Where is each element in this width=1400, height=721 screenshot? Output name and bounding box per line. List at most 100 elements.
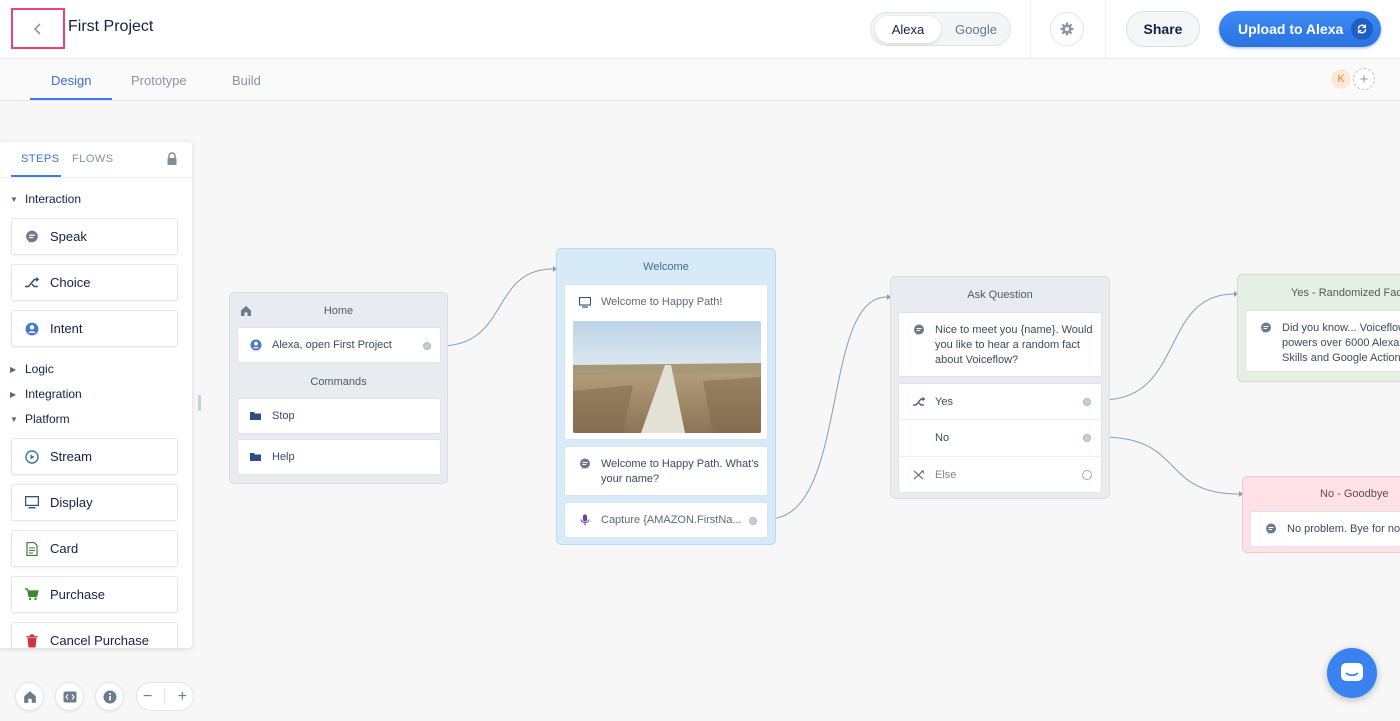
code-icon <box>63 691 76 702</box>
step-label: Display <box>50 495 93 510</box>
speech-bubble-icon <box>24 229 40 245</box>
platform-toggle[interactable]: Alexa Google <box>870 12 1011 46</box>
else-port[interactable] <box>1082 470 1092 480</box>
top-bar: First Project Alexa Google Share Upload … <box>0 0 1400 59</box>
choice-row[interactable]: Yes <box>899 384 1101 420</box>
block-title: Welcome <box>643 261 689 273</box>
choice-label: Yes <box>935 395 953 408</box>
section-label: Integration <box>25 387 82 401</box>
user-circle-icon <box>24 321 40 337</box>
cart-icon <box>24 587 40 603</box>
panel-tabs: STEPS FLOWS <box>0 142 192 178</box>
document-icon <box>24 541 40 557</box>
speak-text: Welcome to Happy Path. What's your name? <box>601 458 759 485</box>
command-step[interactable]: Help <box>237 439 441 475</box>
intent-label: Alexa, open First Project <box>272 339 392 351</box>
speak-step[interactable]: Welcome to Happy Path. What's your name? <box>564 446 768 496</box>
active-tab-indicator <box>30 98 112 100</box>
speak-text: No problem. Bye for now! <box>1287 523 1400 535</box>
settings-button[interactable] <box>1050 12 1084 46</box>
speak-step[interactable]: No problem. Bye for now! <box>1250 511 1400 547</box>
step-card[interactable]: Card <box>11 530 178 567</box>
choice-row[interactable]: Else <box>899 457 1101 493</box>
step-label: Purchase <box>50 587 105 602</box>
yes-block[interactable]: Yes - Randomized Facts Did you know... V… <box>1237 274 1400 382</box>
block-title: Ask Question <box>967 289 1033 301</box>
zoom-controls: − + <box>136 682 194 711</box>
info-button[interactable] <box>95 682 124 711</box>
command-label: Stop <box>272 410 295 422</box>
section-label: Interaction <box>25 192 82 206</box>
choice-row[interactable]: No <box>899 420 1101 457</box>
platform-option-alexa[interactable]: Alexa <box>875 16 941 43</box>
section-integration[interactable]: ▶ Integration <box>10 387 82 401</box>
chat-support-button[interactable] <box>1327 648 1377 698</box>
section-logic[interactable]: ▶ Logic <box>10 362 54 376</box>
capture-step[interactable]: Capture {AMAZON.FirstNa... <box>564 502 768 538</box>
back-button[interactable] <box>11 8 65 49</box>
zoom-out-button[interactable]: − <box>143 688 152 706</box>
project-title[interactable]: First Project <box>68 18 153 36</box>
step-speak[interactable]: Speak <box>11 218 178 255</box>
home-icon <box>23 690 36 703</box>
welcome-block[interactable]: Welcome Welcome to Happy Path! Welcome t… <box>556 248 776 545</box>
tab-build[interactable]: Build <box>232 73 261 88</box>
trash-icon <box>24 633 40 649</box>
speech-bubble-icon <box>1265 523 1277 535</box>
landscape-image <box>573 321 761 433</box>
home-button[interactable] <box>15 682 44 711</box>
choice-step[interactable]: Yes No Else <box>898 383 1102 493</box>
header-divider <box>1105 0 1106 58</box>
tab-steps[interactable]: STEPS <box>21 153 60 165</box>
step-label: Intent <box>50 321 83 336</box>
capture-label: Capture {AMAZON.FirstNa... <box>601 514 742 526</box>
section-label: Platform <box>25 412 70 426</box>
chevron-left-icon <box>33 22 41 35</box>
output-port[interactable] <box>423 342 431 350</box>
commands-title: Commands <box>310 376 367 388</box>
active-tab-indicator <box>11 175 61 177</box>
block-title: Home <box>323 305 354 317</box>
tab-design[interactable]: Design <box>51 73 91 88</box>
info-icon <box>103 690 116 703</box>
command-step[interactable]: Stop <box>237 398 441 434</box>
section-platform[interactable]: ▼ Platform <box>10 412 70 426</box>
platform-option-google[interactable]: Google <box>943 16 1009 43</box>
upload-button[interactable]: Upload to Alexa <box>1219 11 1381 47</box>
upload-label: Upload to Alexa <box>1238 21 1344 37</box>
section-interaction[interactable]: ▼ Interaction <box>10 192 81 206</box>
home-block[interactable]: Home Alexa, open First Project Commands … <box>229 292 448 484</box>
panel-resize-handle[interactable] <box>198 395 201 411</box>
intent-step[interactable]: Alexa, open First Project <box>237 327 441 363</box>
output-port[interactable] <box>1083 434 1091 442</box>
avatar[interactable]: K <box>1330 68 1352 90</box>
ask-question-block[interactable]: Ask Question Nice to meet you {name}. Wo… <box>890 276 1110 499</box>
step-label: Cancel Purchase <box>50 633 149 648</box>
folder-icon <box>250 451 262 463</box>
mode-tabs: Design Prototype Build K + <box>0 59 1400 101</box>
lock-icon[interactable] <box>166 152 178 166</box>
no-block[interactable]: No - Goodbye No problem. Bye for now! <box>1242 476 1400 553</box>
tab-flows[interactable]: FLOWS <box>72 153 114 165</box>
output-port[interactable] <box>1083 398 1091 406</box>
tab-prototype[interactable]: Prototype <box>131 73 187 88</box>
step-stream[interactable]: Stream <box>11 438 178 475</box>
output-port[interactable] <box>749 517 757 525</box>
step-choice[interactable]: Choice <box>11 264 178 301</box>
step-display[interactable]: Display <box>11 484 178 521</box>
code-button[interactable] <box>55 682 84 711</box>
share-button[interactable]: Share <box>1126 11 1200 47</box>
step-intent[interactable]: Intent <box>11 310 178 347</box>
step-purchase[interactable]: Purchase <box>11 576 178 613</box>
speak-step[interactable]: Nice to meet you {name}. Would you like … <box>898 312 1102 377</box>
speech-bubble-icon <box>913 324 925 336</box>
speech-bubble-icon <box>1260 322 1272 334</box>
add-collaborator-button[interactable]: + <box>1353 68 1375 90</box>
display-step[interactable]: Welcome to Happy Path! <box>564 284 768 440</box>
caret-down-icon: ▼ <box>10 194 18 204</box>
block-title: No - Goodbye <box>1320 488 1389 500</box>
speak-step[interactable]: Did you know... Voiceflow powers over 60… <box>1245 310 1400 372</box>
zoom-in-button[interactable]: + <box>178 688 187 706</box>
step-cancel-purchase[interactable]: Cancel Purchase <box>11 622 178 648</box>
folder-icon <box>250 410 262 422</box>
